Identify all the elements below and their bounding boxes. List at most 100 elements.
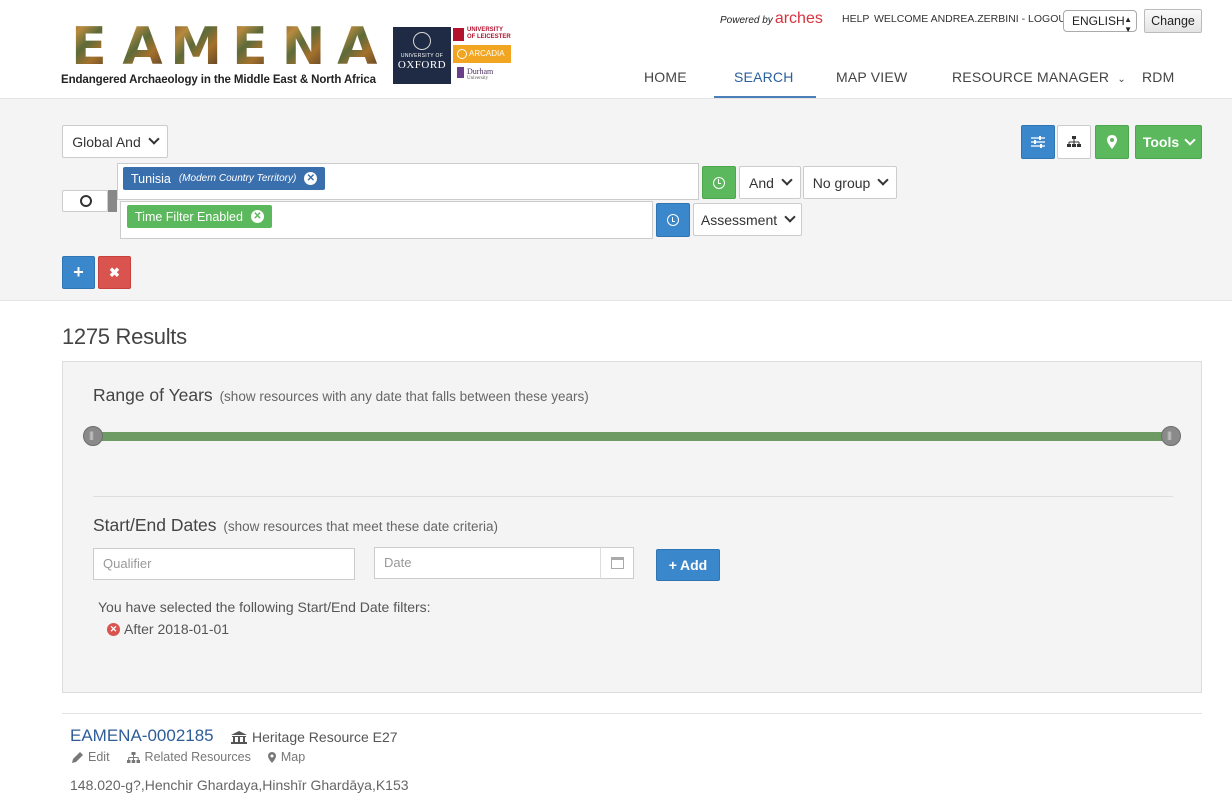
partner-logos: UNIVERSITY OF LEICESTER ARCADIA Durham Un…: [453, 27, 511, 81]
help-link[interactable]: HELP: [842, 13, 869, 25]
calendar-icon: [610, 557, 624, 569]
map-marker-icon: [267, 751, 276, 763]
result-type-label: Heritage Resource E27: [252, 729, 398, 745]
durham-name: Durham: [467, 67, 494, 76]
edit-label: Edit: [88, 750, 110, 764]
selected-filters-text: You have selected the following Start/En…: [98, 599, 431, 615]
term-operator-dropdown[interactable]: And: [739, 166, 801, 199]
plus-icon: +: [73, 262, 84, 282]
start-end-dates-title: Start/End Dates (show resources that mee…: [93, 515, 498, 536]
slider-handle-start[interactable]: [83, 426, 103, 446]
divider: [93, 496, 1173, 497]
hierarchy-button[interactable]: [1057, 125, 1091, 159]
term-label: Time Filter Enabled: [135, 209, 243, 224]
range-title-label: Range of Years: [93, 385, 213, 405]
powered-by-label: Powered by: [720, 15, 773, 26]
tools-dropdown[interactable]: Tools: [1135, 125, 1202, 159]
pencil-icon: [72, 751, 83, 763]
nav-home[interactable]: HOME: [644, 69, 687, 85]
year-range-slider[interactable]: [93, 432, 1173, 441]
map-link[interactable]: Map: [267, 750, 306, 764]
oxford-crest-icon: [413, 32, 431, 50]
dates-title-label: Start/End Dates: [93, 515, 217, 535]
term-type-dropdown[interactable]: Assessment: [693, 203, 802, 236]
term-operator-label: And: [749, 174, 774, 191]
dates-hint: (show resources that meet these date cri…: [223, 519, 499, 534]
logo-letter: E: [222, 21, 276, 73]
related-resources-link[interactable]: Related Resources: [126, 750, 251, 764]
time-filter-button[interactable]: [656, 203, 690, 237]
chevron-down-icon: [781, 174, 793, 186]
edit-link[interactable]: Edit: [72, 750, 110, 764]
chevron-down-icon: [877, 174, 889, 186]
clear-search-button[interactable]: ✖: [98, 256, 131, 289]
language-select[interactable]: ENGLISH ▲ ▼: [1063, 10, 1137, 34]
logo-letter: N: [276, 21, 330, 73]
logo-subtitle: Endangered Archaeology in the Middle Eas…: [61, 74, 376, 86]
term-chip-tunisia[interactable]: Tunisia (Modern Country Territory) ✕: [123, 167, 326, 190]
language-value: ENGLISH: [1072, 14, 1125, 28]
map-label: Map: [280, 750, 306, 764]
map-marker-icon: [1107, 135, 1117, 149]
close-icon: ✖: [109, 264, 120, 280]
oxford-logo: UNIVERSITY OF OXFORD: [393, 27, 451, 84]
nav-resource-manager[interactable]: RESOURCE MANAGER ⌄: [952, 69, 1126, 85]
remove-term-icon[interactable]: ✕: [250, 210, 264, 223]
result-divider: [62, 713, 1202, 714]
global-operator-label: Global And: [72, 133, 141, 150]
group-dropdown[interactable]: No group: [803, 166, 897, 199]
result-title-link[interactable]: EAMENA-0002185: [70, 726, 214, 746]
selected-date-filter-label: After 2018-01-01: [124, 621, 230, 637]
nav-map-view[interactable]: MAP VIEW: [836, 69, 907, 85]
active-nav-indicator: [714, 96, 816, 98]
logo-letter: A: [115, 21, 169, 73]
term-context: (Modern Country Territory): [178, 173, 297, 184]
eamena-logo[interactable]: E A M E N A Endangered Archaeology in th…: [61, 21, 383, 90]
chevron-down-icon: [1184, 133, 1196, 146]
range-hint: (show resources with any date that falls…: [219, 389, 589, 404]
remove-term-icon[interactable]: ✕: [304, 172, 318, 185]
logo-letter: A: [329, 21, 383, 73]
add-label: Add: [679, 557, 708, 573]
select-arrows-icon: ▲ ▼: [1124, 15, 1132, 34]
add-date-filter-button[interactable]: + Add: [656, 549, 720, 581]
plus-icon: +: [668, 557, 677, 573]
clock-icon: [713, 176, 725, 189]
time-filter-panel: Range of Years (show resources with any …: [62, 361, 1202, 693]
qualifier-input[interactable]: Qualifier: [93, 548, 355, 580]
result-actions: Edit Related Resources Map: [72, 750, 305, 764]
time-filter-button[interactable]: [702, 166, 736, 199]
leicester-logo: UNIVERSITY OF LEICESTER: [453, 27, 511, 43]
chevron-down-icon: [148, 133, 160, 145]
oxford-name: OXFORD: [397, 59, 447, 71]
nav-search[interactable]: SEARCH: [734, 69, 794, 85]
range-of-years-title: Range of Years (show resources with any …: [93, 385, 589, 406]
add-group-button[interactable]: +: [62, 256, 95, 289]
global-operator-dropdown[interactable]: Global And: [62, 125, 168, 158]
related-label: Related Resources: [144, 750, 251, 764]
change-language-button[interactable]: Change: [1144, 9, 1202, 33]
result-description: 148.020-g?,Henchir Ghardaya,Hinshīr Ghar…: [70, 777, 409, 793]
group-toggle[interactable]: [62, 190, 108, 212]
remove-filter-icon[interactable]: ✕: [107, 622, 120, 636]
slider-handle-end[interactable]: [1161, 426, 1181, 446]
logo-wordmark: E A M E N A: [61, 21, 383, 73]
filter-settings-button[interactable]: [1021, 125, 1055, 159]
calendar-button[interactable]: [600, 547, 634, 579]
arcadia-logo: ARCADIA: [453, 45, 511, 63]
circle-icon: [80, 195, 92, 207]
term-chip-time-filter[interactable]: Time Filter Enabled ✕: [127, 205, 272, 228]
date-input[interactable]: Date: [374, 547, 601, 579]
map-filter-button[interactable]: [1095, 125, 1129, 159]
nav-rdm[interactable]: RDM: [1142, 69, 1174, 85]
tools-label: Tools: [1142, 134, 1180, 150]
welcome-logout-link[interactable]: WELCOME ANDREA.ZERBINI - LOGOUT: [874, 13, 1072, 25]
nav-resource-manager-label: RESOURCE MANAGER: [952, 69, 1110, 85]
result-type: Heritage Resource E27: [231, 729, 398, 745]
durham-logo: Durham University: [453, 67, 511, 81]
chevron-down-icon: ⌄: [1117, 74, 1126, 85]
arches-logo: arches: [774, 10, 823, 27]
results-count: 1275 Results: [62, 324, 187, 349]
group-toggle-tab: [108, 190, 117, 212]
powered-by-arches[interactable]: Powered by arches: [720, 10, 823, 28]
